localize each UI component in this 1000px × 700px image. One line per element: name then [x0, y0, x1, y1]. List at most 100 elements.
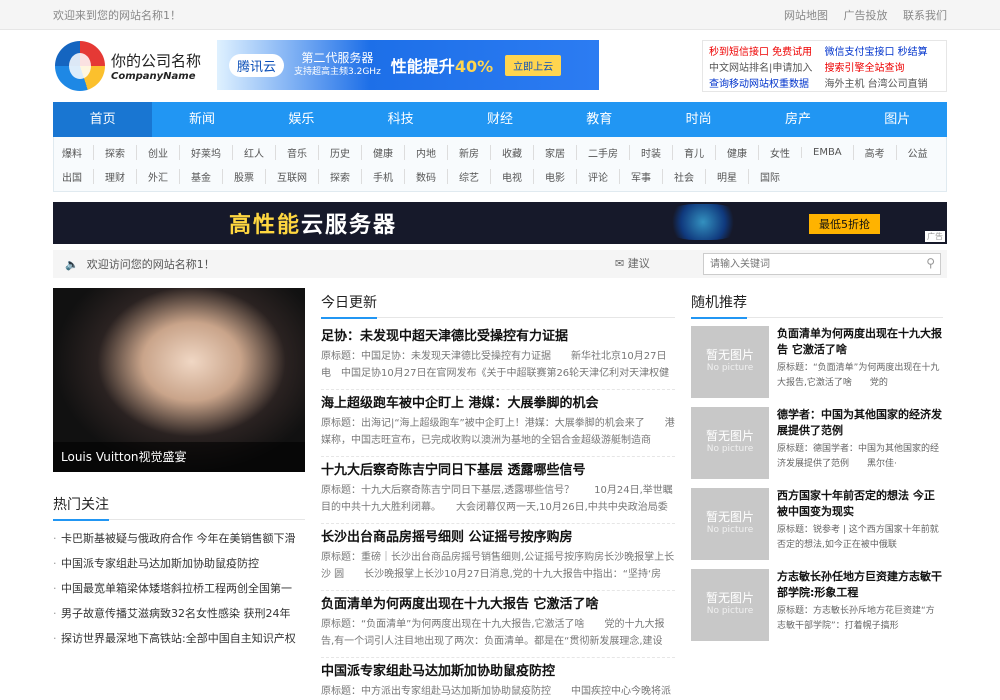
sub-nav-item[interactable]: 新房 [447, 144, 490, 160]
notice-bar: 🔈 欢迎访问您的网站名称1！ ✉ 建议 ⚲ [53, 250, 947, 278]
placeholder-image[interactable]: 暂无图片 No picture [691, 326, 769, 398]
suggest-link[interactable]: ✉ 建议 [615, 255, 650, 271]
sub-nav-item[interactable]: 探索 [318, 168, 361, 184]
sub-nav-item[interactable]: 电影 [533, 168, 576, 184]
news-title[interactable]: 十九大后察奇陈吉宁同日下基层 透露哪些信号 [321, 460, 675, 482]
top-link-ads[interactable]: 广告投放 [844, 9, 888, 22]
sub-nav-item[interactable]: 高考 [852, 144, 896, 160]
sub-nav-item[interactable]: 国际 [748, 168, 791, 184]
news-desc: 原标题：“负面清单”为何两度出现在十九大报告,它激活了啥 党的十九大报告,有一个… [321, 619, 665, 647]
sub-nav-item[interactable]: 社会 [662, 168, 705, 184]
left-column: Louis Vuitton视觉盛宴 热门关注 卡巴斯基被疑与俄政府合作 今年在美… [53, 288, 305, 700]
sub-nav-item[interactable]: 股票 [222, 168, 265, 184]
nav-item-fashion[interactable]: 时尚 [649, 102, 748, 137]
sub-nav-item[interactable]: 军事 [619, 168, 662, 184]
sub-nav-item[interactable]: 好莱坞 [179, 144, 232, 160]
list-item[interactable]: 卡巴斯基被疑与俄政府合作 今年在美销售额下滑 [53, 526, 305, 551]
sub-nav-item[interactable]: 评论 [576, 168, 619, 184]
placeholder-image[interactable]: 暂无图片 No picture [691, 488, 769, 560]
sub-nav-item[interactable]: 理财 [93, 168, 136, 184]
nav-item-pictures[interactable]: 图片 [848, 102, 947, 137]
recommend-text: 西方国家十年前否定的想法 今正被中国变为现实原标题：锐参考 | 这个西方国家十年… [777, 488, 943, 561]
sub-nav-item[interactable]: 互联网 [265, 168, 318, 184]
top-link-sitemap[interactable]: 网站地图 [784, 9, 828, 22]
sub-nav-item[interactable]: 音乐 [275, 144, 318, 160]
logo[interactable]: 你的公司名称 CompanyName [55, 38, 205, 94]
news-title[interactable]: 负面清单为何两度出现在十九大报告 它激活了啥 [321, 594, 675, 616]
news-title[interactable]: 长沙出台商品房摇号细则 公证摇号按序购房 [321, 527, 675, 549]
sub-nav-item[interactable]: 创业 [136, 144, 179, 160]
top-link-contact[interactable]: 联系我们 [903, 9, 947, 22]
nav-item-home[interactable]: 首页 [53, 102, 153, 137]
list-item[interactable]: 中国最宽单箱梁体矮塔斜拉桥工程两创全国第一 [53, 576, 305, 601]
header-ad-banner[interactable]: 腾讯云 第二代服务器 支持超高主频3.2GHz 性能提升40% 立即上云 [217, 40, 599, 90]
header: 你的公司名称 CompanyName 腾讯云 第二代服务器 支持超高主频3.2G… [53, 30, 947, 102]
featured-photo[interactable]: Louis Vuitton视觉盛宴 [53, 288, 305, 472]
recommend-title[interactable]: 德学者：中国为其他国家的经济发展提供了范例 [777, 407, 943, 439]
sub-nav-item[interactable]: 明星 [705, 168, 748, 184]
search-icon[interactable]: ⚲ [926, 256, 935, 270]
sub-nav-item[interactable]: 家居 [533, 144, 576, 160]
sub-nav-item[interactable]: 健康 [715, 144, 758, 160]
nav-item-finance[interactable]: 财经 [450, 102, 549, 137]
sub-nav-item[interactable]: 育儿 [672, 144, 715, 160]
ad-link[interactable]: 海外主机 台湾公司直销 [825, 75, 941, 89]
recommend-text: 负面清单为何两度出现在十九大报告 它激活了啥 原标题：“负面清单”为何两度出现在十… [777, 326, 943, 399]
nav-item-news[interactable]: 新闻 [152, 102, 251, 137]
news-title[interactable]: 中国派专家组赴马达加斯加协助鼠疫防控 [321, 661, 675, 683]
ad-link[interactable]: 秒到短信接口 免费试用 [709, 43, 825, 57]
placeholder-image[interactable]: 暂无图片 No picture [691, 407, 769, 479]
sub-nav-item[interactable]: 综艺 [447, 168, 490, 184]
placeholder-image[interactable]: 暂无图片 No picture [691, 569, 769, 641]
list-item: 暂无图片 No picture 德学者：中国为其他国家的经济发展提供了范例 原标题：德… [691, 399, 943, 480]
wide-ad-banner[interactable]: 高性能云服务器 最低5折抢 广告 [53, 202, 947, 244]
placeholder-text-en: No picture [706, 525, 754, 535]
search-input[interactable] [703, 253, 941, 275]
recommend-title[interactable]: 负面清单为何两度出现在十九大报告 它激活了啥 [777, 326, 943, 358]
nav-item-education[interactable]: 教育 [550, 102, 649, 137]
sub-nav-item[interactable]: 数码 [404, 168, 447, 184]
nav-item-realestate[interactable]: 房产 [748, 102, 847, 137]
list-item[interactable]: 探访世界最深地下高铁站:全部中国自主知识产权 [53, 626, 305, 651]
nav-item-tech[interactable]: 科技 [351, 102, 450, 137]
sub-nav-item[interactable]: 手机 [361, 168, 404, 184]
ad-link[interactable]: 微信支付宝接口 秒结算 [825, 43, 941, 57]
banner-cta-button[interactable]: 立即上云 [505, 54, 562, 76]
sub-nav-item[interactable]: 红人 [232, 144, 275, 160]
sub-nav-item[interactable]: 时装 [629, 144, 672, 160]
recommend-title[interactable]: 西方国家十年前否定的想法 今正被中国变为现实 [777, 488, 943, 520]
sub-nav-item[interactable]: 二手房 [576, 144, 629, 160]
nav-item-entertainment[interactable]: 娱乐 [252, 102, 351, 137]
sub-nav-item[interactable]: 历史 [318, 144, 361, 160]
news-title[interactable]: 足协：未发现中超天津德比受操控有力证据 [321, 326, 675, 348]
welcome-text: 欢迎来到您的网站名称1！ [53, 9, 181, 22]
random-title: 随机推荐 [691, 289, 747, 319]
sub-nav-item[interactable]: 基金 [179, 168, 222, 184]
news-title[interactable]: 海上超级跑车被中企盯上 港媒：大展拳脚的机会 [321, 393, 675, 415]
sub-nav-item[interactable]: 公益 [895, 144, 939, 160]
ad-link[interactable]: 搜索引擎全站查询 [825, 59, 941, 73]
sub-nav-item[interactable]: 出国 [62, 169, 93, 184]
sub-nav-item[interactable]: EMBA [801, 146, 853, 158]
list-item: 暂无图片 No picture 方志敏长孙任地方巨资建方志敏干部学院:形象工程 原标题… [691, 561, 943, 642]
list-item[interactable]: 男子故意传播艾滋病致32名女性感染 获刑24年 [53, 601, 305, 626]
sub-nav-item[interactable]: 内地 [404, 144, 447, 160]
list-item[interactable]: 中国派专家组赴马达加斯加协助鼠疫防控 [53, 551, 305, 576]
sub-nav-item[interactable]: 收藏 [490, 144, 533, 160]
today-news-list: 足协：未发现中超天津德比受操控有力证据 原标题：中国足协：未发现天津德比受操控有力… [321, 318, 675, 700]
ad-link[interactable]: 查询移动网站权重数据 [709, 75, 825, 89]
sub-nav-item[interactable]: 爆料 [62, 145, 93, 160]
wide-banner-button[interactable]: 最低5折抢 [809, 214, 880, 234]
recommend-desc: 原标题：锐参考 | 这个西方国家十年前就否定的想法,如今正在被中俄联 [777, 525, 939, 550]
recommend-text: 德学者：中国为其他国家的经济发展提供了范例 原标题：德国学者：中国为其他国家的经济… [777, 407, 943, 480]
sub-nav: 爆料 探索 创业 好莱坞 红人 音乐 历史 健康 内地 新房 收藏 家居 二手房 时装 育儿 健康 女性 EMBA… [53, 137, 947, 192]
list-item: 暂无图片 No picture 西方国家十年前否定的想法 今正被中国变为现实原标题：… [691, 480, 943, 561]
sub-nav-item[interactable]: 健康 [361, 144, 404, 160]
sub-nav-item[interactable]: 外汇 [136, 168, 179, 184]
sub-nav-item[interactable]: 女性 [758, 144, 801, 160]
sub-nav-item[interactable]: 探索 [93, 144, 136, 160]
sub-nav-item[interactable]: 电视 [490, 168, 533, 184]
recommend-title[interactable]: 方志敏长孙任地方巨资建方志敏干部学院:形象工程 [777, 569, 943, 601]
news-desc: 原标题：中方派出专家组赴马达加斯加协助鼠疫防控 中国疾控中心今晚将派出6人专家组… [321, 686, 671, 697]
ad-link[interactable]: 中文网站排名|申请加入 [709, 59, 825, 73]
